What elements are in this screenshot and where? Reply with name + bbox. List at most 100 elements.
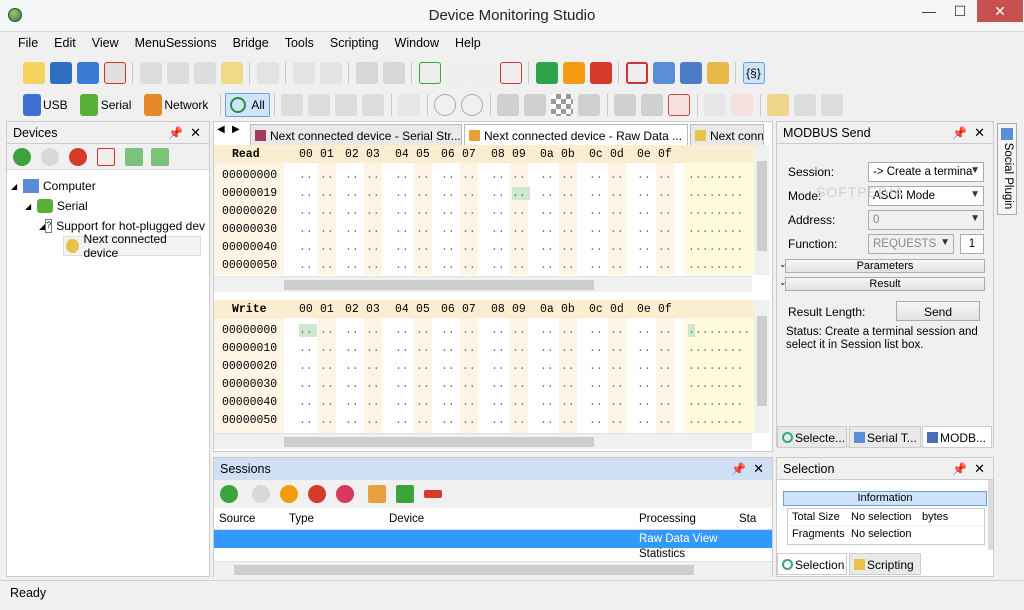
hex-byte[interactable]: .. (540, 324, 558, 337)
delete-session-icon[interactable] (336, 485, 354, 503)
hex-byte[interactable]: .. (637, 169, 655, 182)
properties-icon[interactable] (256, 62, 279, 84)
hex-byte[interactable]: .. (299, 205, 317, 218)
hex-byte[interactable]: .. (540, 414, 558, 427)
hex-byte[interactable]: .. (299, 324, 317, 337)
start-icon[interactable] (535, 62, 558, 84)
hex-byte[interactable]: .. (345, 187, 363, 200)
tree-item-serial[interactable]: ◢ Serial (11, 196, 205, 216)
cut-icon[interactable] (139, 62, 162, 84)
hex-byte[interactable]: .. (589, 396, 607, 409)
hex-byte[interactable]: .. (441, 169, 459, 182)
hex-byte[interactable]: .. (610, 169, 628, 182)
filter4-icon[interactable] (362, 94, 385, 116)
hex-byte[interactable]: .. (299, 396, 317, 409)
hex-byte[interactable]: .. (441, 205, 459, 218)
hex-byte[interactable]: .. (345, 205, 363, 218)
copy-icon[interactable] (166, 62, 189, 84)
hex-byte[interactable]: .. (299, 342, 317, 355)
users-icon[interactable] (706, 62, 729, 84)
close-panel-icon[interactable]: ✕ (974, 461, 985, 477)
hex-byte[interactable]: .. (658, 360, 676, 373)
hex-byte[interactable]: .. (366, 205, 384, 218)
hex-byte[interactable]: .. (416, 223, 434, 236)
hex-byte[interactable]: .. (658, 324, 676, 337)
tool-e-icon[interactable] (641, 94, 664, 116)
tab-scripting-bottom[interactable]: Scripting (849, 553, 921, 575)
hex-byte[interactable]: .. (589, 187, 607, 200)
folder-down-icon[interactable] (821, 94, 844, 116)
new-session-icon[interactable] (418, 62, 441, 84)
table-row[interactable]: Raw Data View (214, 530, 772, 548)
tab-scroll-left-icon[interactable]: ◀ (217, 124, 225, 135)
hex-byte[interactable]: .. (395, 205, 413, 218)
hex-byte[interactable]: .. (637, 414, 655, 427)
col-source[interactable]: Source (219, 513, 255, 525)
hex-byte[interactable]: .. (345, 169, 363, 182)
hex-byte[interactable]: .. (637, 360, 655, 373)
hex-byte[interactable]: .. (589, 205, 607, 218)
search-replace-icon[interactable] (382, 62, 405, 84)
hex-byte[interactable]: .. (610, 259, 628, 272)
hex-byte[interactable]: .. (491, 241, 509, 254)
add-device-icon[interactable] (13, 147, 31, 166)
hex-byte[interactable]: .. (441, 241, 459, 254)
hex-byte[interactable]: .. (320, 414, 338, 427)
hex-byte[interactable]: .. (395, 169, 413, 182)
hex-byte[interactable]: .. (540, 259, 558, 272)
serial-button[interactable]: Serial (101, 98, 132, 112)
hex-byte[interactable]: .. (658, 396, 676, 409)
hex-byte[interactable]: .. (658, 169, 676, 182)
hex-byte[interactable]: .. (395, 324, 413, 337)
close-panel-icon[interactable]: ✕ (974, 125, 985, 141)
hex-byte[interactable]: .. (540, 187, 558, 200)
hex-byte[interactable]: .. (637, 342, 655, 355)
read-hex-view[interactable]: Read 00 01 02 03 04 05 06 07 08 09 0a 0b 0c 0d 0e 0f 0000… (214, 145, 754, 275)
hex-ascii[interactable]: ......... (688, 324, 750, 337)
hex-byte[interactable]: .. (637, 378, 655, 391)
hex-byte[interactable]: .. (441, 223, 459, 236)
col-type[interactable]: Type (289, 513, 314, 525)
write-hex-view[interactable]: Write 00 01 02 03 04 05 06 07 08 09 0a 0b 0c 0d 0e 0f 000… (214, 300, 754, 433)
hex-byte[interactable]: .. (299, 360, 317, 373)
hex-byte[interactable]: .. (561, 205, 579, 218)
hex-byte[interactable]: .. (589, 169, 607, 182)
export-icon[interactable] (652, 62, 675, 84)
hex-byte[interactable]: .. (512, 169, 530, 182)
function-select[interactable]: REQUESTS ▼ (868, 234, 954, 254)
hex-byte[interactable]: .. (320, 324, 338, 337)
hex-byte[interactable]: .. (561, 396, 579, 409)
hex-byte[interactable]: .. (512, 378, 530, 391)
hex-byte[interactable]: .. (462, 342, 480, 355)
parameters-expander[interactable]: Parameters (785, 259, 985, 273)
hex-byte[interactable]: .. (637, 324, 655, 337)
hex-ascii[interactable]: ........ (688, 414, 743, 427)
hex-byte[interactable]: .. (395, 342, 413, 355)
hex-byte[interactable]: .. (540, 223, 558, 236)
hex-byte[interactable]: .. (299, 414, 317, 427)
expander-icon[interactable]: ◢ (25, 202, 37, 211)
tool-a-icon[interactable] (497, 94, 520, 116)
hex-ascii[interactable]: ........ (688, 396, 743, 409)
menu-tools[interactable]: Tools (277, 33, 322, 55)
hex-byte[interactable]: .. (462, 241, 480, 254)
save-as-icon[interactable] (76, 62, 99, 84)
hex-byte[interactable]: .. (366, 169, 384, 182)
hex-byte[interactable]: .. (416, 360, 434, 373)
result-expander[interactable]: Result (785, 277, 985, 291)
hex-byte[interactable]: .. (512, 396, 530, 409)
hex-byte[interactable]: .. (512, 342, 530, 355)
hex-byte[interactable]: .. (345, 360, 363, 373)
hex-byte[interactable]: .. (561, 342, 579, 355)
find-icon[interactable] (292, 62, 315, 84)
pin-icon[interactable]: 📌 (952, 462, 967, 476)
hex-byte[interactable]: .. (658, 223, 676, 236)
hex-byte[interactable]: .. (320, 187, 338, 200)
hex-byte[interactable]: .. (491, 223, 509, 236)
pin-icon[interactable]: 📌 (168, 126, 183, 140)
hex-byte[interactable]: .. (320, 205, 338, 218)
stop-session-icon[interactable] (308, 485, 326, 503)
hex-byte[interactable]: .. (610, 396, 628, 409)
hex-byte[interactable]: .. (416, 414, 434, 427)
hex-byte[interactable]: .. (416, 169, 434, 182)
